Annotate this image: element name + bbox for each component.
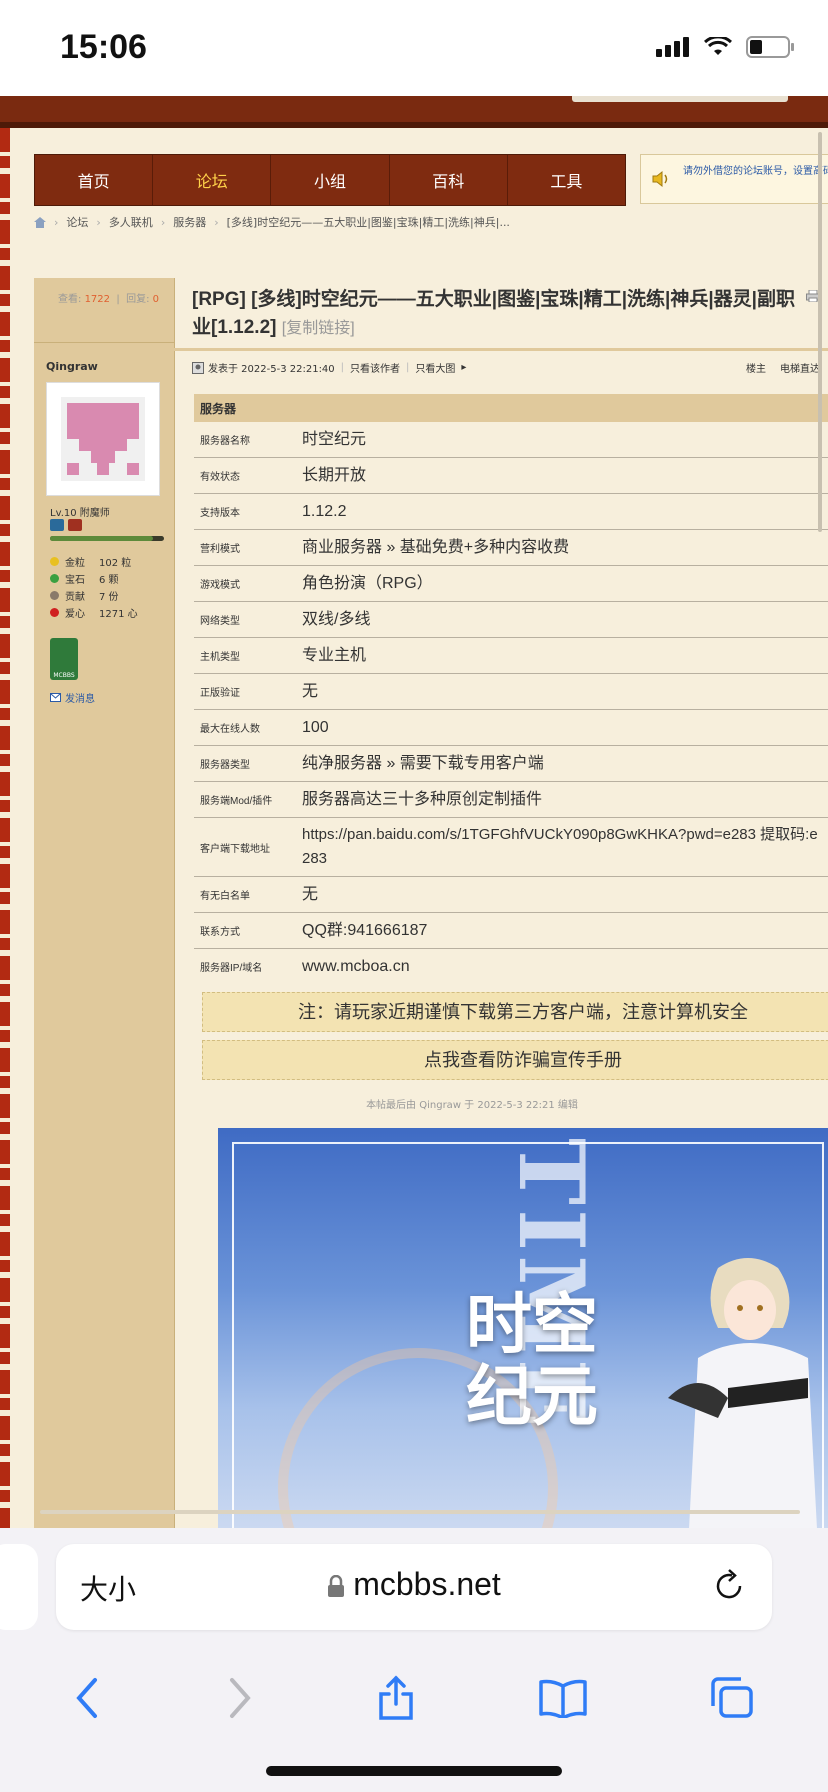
decorative-brick-border	[0, 128, 10, 1528]
apple-heart-icon	[50, 608, 59, 617]
nav-item-groups[interactable]: 小组	[271, 155, 390, 205]
author-level[interactable]: Lv.10 附魔师	[50, 504, 110, 519]
previous-tab-preview[interactable]	[0, 1544, 38, 1630]
breadcrumb: › 论坛 › 多人联机 › 服务器 › [多线]时空纪元——五大职业|图鉴|宝珠…	[34, 214, 510, 230]
notice-text[interactable]: 请勿外借您的论坛账号，设置高码	[683, 165, 828, 178]
tabs-icon[interactable]	[709, 1676, 755, 1720]
table-row: 正版验证无	[194, 674, 828, 710]
table-row: 有无白名单无	[194, 877, 828, 913]
table-row: 营利模式 商业服务器 » 基础免费+多种内容收费	[194, 530, 828, 566]
header-search-box[interactable]	[572, 96, 788, 102]
copy-link[interactable]: [复制链接]	[282, 320, 355, 337]
elevator-link[interactable]: 电梯直达	[780, 360, 820, 375]
floor-label: 楼主	[746, 364, 766, 375]
only-big-image-link[interactable]: 只看大图	[415, 360, 455, 375]
lock-icon	[328, 1574, 345, 1597]
breadcrumb-item[interactable]: 多人联机	[109, 214, 153, 230]
medals	[50, 519, 82, 531]
post-meta: 发表于 2022-5-3 22:21:40 | 只看该作者 | 只看大图 ▸ 楼…	[192, 360, 828, 375]
wifi-icon	[704, 37, 732, 55]
send-message-link[interactable]: 发消息	[50, 690, 95, 705]
table-row: 客户端下载地址 https://pan.baidu.com/s/1TGFGhfVU…	[194, 818, 828, 877]
thread-title: [RPG] [多线]时空纪元——五大职业|图鉴|宝珠|精工|洗练|神兵|器灵|副…	[192, 289, 795, 338]
security-warning: 注：请玩家近期谨慎下载第三方客户端，注意计算机安全	[202, 992, 828, 1032]
caret-right-icon[interactable]: ▸	[461, 362, 466, 373]
gold-nugget-icon	[50, 557, 59, 566]
home-indicator	[266, 1766, 562, 1776]
url-display[interactable]: mcbbs.net	[56, 1566, 772, 1603]
contribution-icon	[50, 591, 59, 600]
browser-bottom-bar: 大小 mcbbs.net	[0, 1528, 828, 1792]
avatar[interactable]	[46, 382, 160, 496]
replies-count: 0	[152, 294, 160, 305]
attr-love: 爱心 1271 心	[50, 605, 138, 620]
status-icons	[656, 36, 796, 58]
table-row: 有效状态 长期开放	[194, 458, 828, 494]
forum-page: 首页 论坛 小组 百科 工具 请勿外借您的论坛账号，设置高码 › 论坛 › 多人…	[10, 128, 828, 1528]
post-author-icon	[192, 361, 204, 374]
home-icon[interactable]	[34, 216, 46, 228]
edited-note: 本帖最后由 Qingraw 于 2022-5-3 22:21 编辑	[366, 1100, 578, 1111]
banner-logo: 时空 纪元	[466, 1285, 598, 1435]
table-row: 主机类型 专业主机	[194, 638, 828, 674]
table-row: 服务器类型 纯净服务器 » 需要下载专用客户端	[194, 746, 828, 782]
notice-box: 请勿外借您的论坛账号，设置高码	[640, 154, 828, 204]
nav-item-tools[interactable]: 工具	[508, 155, 625, 205]
nav-item-home[interactable]: 首页	[35, 155, 154, 205]
author-name[interactable]: Qingraw	[46, 360, 98, 373]
cellular-signal-icon	[656, 37, 689, 57]
nav-item-wiki[interactable]: 百科	[390, 155, 508, 205]
forward-icon[interactable]	[224, 1676, 254, 1720]
site-header-band	[0, 96, 828, 128]
download-link[interactable]: https://pan.baidu.com/s/1TGFGhfVUCkY090p…	[302, 823, 822, 871]
attr-contribution: 贡献 7 份	[50, 588, 119, 603]
reload-icon[interactable]	[712, 1568, 746, 1604]
nav-item-forum[interactable]: 论坛	[153, 155, 272, 205]
envelope-icon	[50, 693, 61, 702]
attr-gold: 金粒 102 粒	[50, 554, 131, 569]
anti-fraud-link[interactable]: 点我查看防诈骗宣传手册	[202, 1040, 828, 1080]
browser-toolbar	[0, 1658, 828, 1738]
status-bar: 15:06	[0, 0, 828, 96]
medal-icon[interactable]	[50, 519, 64, 531]
table-row: 最大在线人数 100	[194, 710, 828, 746]
table-row: 支持版本 1.12.2	[194, 494, 828, 530]
table-row: 游戏模式 角色扮演（RPG）	[194, 566, 828, 602]
table-header: 服务器	[194, 394, 828, 422]
breadcrumb-item[interactable]: 论坛	[66, 214, 88, 230]
table-row: 服务端Mod/插件 服务器高达三十多种原创定制插件	[194, 782, 828, 818]
mcbbs-badge[interactable]: MCBBS	[50, 638, 78, 680]
back-icon[interactable]	[73, 1676, 103, 1720]
table-row: 联系方式 QQ群:941666187	[194, 913, 828, 949]
medal-icon[interactable]	[68, 519, 82, 531]
address-bar[interactable]: 大小 mcbbs.net	[56, 1544, 772, 1630]
gem-icon	[50, 574, 59, 583]
main-nav: 首页 论坛 小组 百科 工具	[34, 154, 626, 206]
status-time: 15:06	[60, 28, 147, 66]
anime-character-illustration	[668, 1258, 817, 1528]
exp-bar	[50, 536, 164, 541]
table-row: 服务器IP/域名 www.mcboa.cn	[200, 957, 410, 975]
server-info-table: 服务器 服务器名称 时空纪元 有效状态 长期开放 支持版本 1.12.2 营利模式 商业…	[194, 394, 828, 984]
server-banner-image[interactable]: TIME 时空 纪元	[218, 1128, 828, 1528]
bookmarks-icon[interactable]	[538, 1678, 588, 1718]
views-count: 1722	[84, 294, 111, 305]
horizontal-scrollbar[interactable]	[40, 1510, 800, 1514]
breadcrumb-item[interactable]: [多线]时空纪元——五大职业|图鉴|宝珠|精工|洗练|神兵|...	[227, 214, 510, 230]
table-row: 服务器名称 时空纪元	[194, 422, 828, 458]
share-icon[interactable]	[376, 1674, 416, 1722]
post-time: 发表于 2022-5-3 22:21:40	[208, 364, 335, 375]
only-author-link[interactable]: 只看该作者	[350, 360, 400, 375]
attr-gem: 宝石 6 颗	[50, 571, 119, 586]
author-sidebar: 查看: 1722 | 回复: 0 Qingraw Lv.10 附魔师 金粒 102…	[34, 278, 175, 1528]
thread-stats: 查看: 1722 | 回复: 0	[58, 294, 160, 305]
battery-icon	[746, 36, 794, 58]
speaker-icon	[652, 170, 668, 188]
vertical-scrollbar[interactable]	[818, 132, 822, 532]
breadcrumb-item[interactable]: 服务器	[173, 214, 206, 230]
table-row: 网络类型 双线/多线	[194, 602, 828, 638]
